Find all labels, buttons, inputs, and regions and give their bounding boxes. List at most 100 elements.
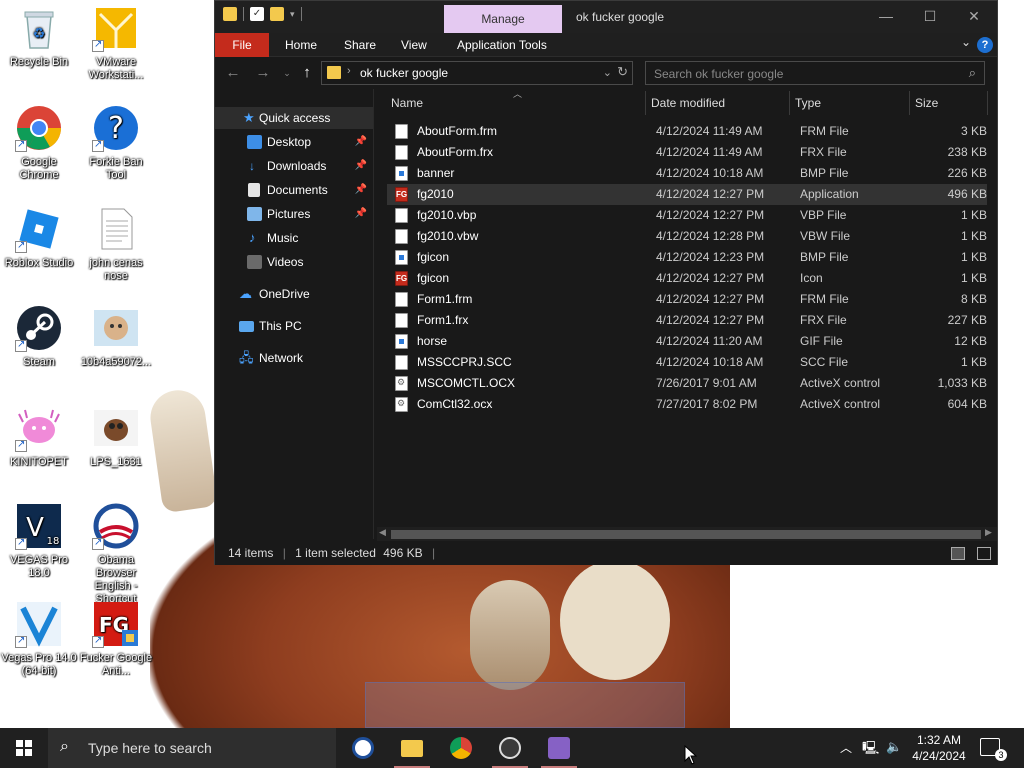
- search-placeholder[interactable]: Search ok fucker google: [654, 67, 783, 81]
- forward-arrow-icon[interactable]: →: [253, 63, 273, 83]
- status-separator: |: [431, 546, 436, 560]
- ribbon-expand-icon[interactable]: ⌄: [961, 35, 971, 49]
- column-separator[interactable]: [645, 91, 646, 115]
- desktop-icon-fucker-google-anti[interactable]: FG Fucker Google Anti...: [78, 600, 154, 678]
- chevron-down-icon[interactable]: ⌄: [603, 66, 612, 79]
- pin-icon[interactable]: 📌: [355, 203, 367, 225]
- desktop-icon-roblox-studio[interactable]: Roblox Studio: [1, 205, 77, 270]
- taskbar-app-media-player[interactable]: [486, 728, 534, 768]
- nav-item-videos[interactable]: Videos: [215, 251, 373, 273]
- volume-muted-icon[interactable]: 🔈: [886, 739, 902, 768]
- file-row[interactable]: ComCtl32.ocx 7/27/2017 8:02 PM ActiveX con…: [387, 394, 987, 415]
- file-row[interactable]: horse 4/12/2024 11:20 AM GIF File 12 KB: [387, 331, 987, 352]
- quick-access-toolbar: ✓ ▾: [223, 7, 302, 21]
- new-folder-icon[interactable]: [270, 7, 284, 21]
- nav-item-quick-access[interactable]: ★ Quick access: [215, 107, 373, 129]
- file-row[interactable]: banner 4/12/2024 10:18 AM BMP File 226 KB: [387, 163, 987, 184]
- details-view-icon[interactable]: [951, 547, 965, 560]
- nav-item-music[interactable]: ♪ Music: [215, 227, 373, 249]
- taskbar-search-placeholder[interactable]: Type here to search: [88, 740, 212, 756]
- nav-item-desktop[interactable]: Desktop 📌: [215, 131, 373, 153]
- column-separator[interactable]: [987, 91, 988, 115]
- show-hidden-icons-icon[interactable]: ︿: [840, 739, 852, 768]
- pin-icon[interactable]: 📌: [355, 155, 367, 177]
- desktop-icon-image-10b4[interactable]: 10b4a59072...: [78, 304, 154, 369]
- horizontal-scrollbar[interactable]: ◀ ▶: [377, 527, 997, 541]
- address-path[interactable]: ok fucker google: [360, 66, 448, 80]
- file-row[interactable]: AboutForm.frm 4/12/2024 11:49 AM FRM File 3…: [387, 121, 987, 142]
- manage-contextual-tab[interactable]: Manage: [444, 5, 562, 33]
- tab-application-tools[interactable]: Application Tools: [445, 33, 559, 57]
- pane-divider[interactable]: [373, 89, 374, 539]
- taskbar-app-obama-browser[interactable]: [339, 728, 387, 768]
- recent-locations-icon[interactable]: ⌄: [277, 63, 297, 83]
- scroll-right-icon[interactable]: ▶: [985, 527, 992, 538]
- network-status-icon[interactable]: 🖳: [862, 739, 879, 768]
- desktop-icon-kinitopet[interactable]: KINITOPET: [1, 404, 77, 469]
- refresh-icon[interactable]: ↻: [617, 64, 628, 80]
- nav-item-documents[interactable]: Documents 📌: [215, 179, 373, 201]
- desktop-icon-vmware[interactable]: VMware Workstati...: [78, 4, 154, 82]
- column-header-name[interactable]: Name: [391, 89, 423, 117]
- taskbar-search-box[interactable]: ⌕ Type here to search: [48, 728, 336, 768]
- file-row[interactable]: MSCOMCTL.OCX 7/26/2017 9:01 AM ActiveX con…: [387, 373, 987, 394]
- column-separator[interactable]: [789, 91, 790, 115]
- file-row[interactable]: fg2010.vbw 4/12/2024 12:28 PM VBW File 1 KB: [387, 226, 987, 247]
- tab-share[interactable]: Share: [332, 33, 388, 57]
- back-arrow-icon[interactable]: ←: [223, 63, 243, 83]
- properties-icon[interactable]: ✓: [250, 7, 264, 21]
- scroll-left-icon[interactable]: ◀: [379, 527, 386, 538]
- desktop-icon-chrome[interactable]: Google Chrome: [1, 104, 77, 182]
- pin-icon[interactable]: 📌: [355, 179, 367, 201]
- up-arrow-icon[interactable]: ↑: [297, 63, 317, 83]
- maximize-icon[interactable]: ☐: [907, 1, 953, 33]
- tab-home[interactable]: Home: [273, 33, 329, 57]
- desktop-icon-forkie-ban-tool[interactable]: ? Forkie Ban Tool: [78, 104, 154, 182]
- nav-item-pictures[interactable]: Pictures 📌: [215, 203, 373, 225]
- file-row[interactable]: Form1.frm 4/12/2024 12:27 PM FRM File 8 KB: [387, 289, 987, 310]
- file-row[interactable]: Form1.frx 4/12/2024 12:27 PM FRX File 227 K…: [387, 310, 987, 331]
- desktop-icon-steam[interactable]: Steam: [1, 304, 77, 369]
- column-header-type[interactable]: Type: [795, 89, 821, 117]
- start-button[interactable]: [0, 728, 48, 768]
- music-note-icon: ♪: [249, 230, 256, 245]
- desktop-icon-vegas-pro-18[interactable]: V18 VEGAS Pro 18.0: [1, 502, 77, 580]
- nav-item-this-pc[interactable]: This PC: [215, 315, 373, 337]
- pin-icon[interactable]: 📌: [355, 131, 367, 153]
- file-row[interactable]: AboutForm.frx 4/12/2024 11:49 AM FRX File 2…: [387, 142, 987, 163]
- title-bar[interactable]: ✓ ▾ Manage ok fucker google — ☐ ✕: [215, 1, 997, 33]
- file-row[interactable]: fg2010.vbp 4/12/2024 12:27 PM VBP File 1 KB: [387, 205, 987, 226]
- desktop-icon-vegas-pro-14[interactable]: Vegas Pro 14.0 (64-bit): [1, 600, 77, 678]
- taskbar-app-visual-studio[interactable]: [535, 728, 583, 768]
- tab-file[interactable]: File: [215, 33, 269, 57]
- desktop-icon-recycle-bin[interactable]: ♻ Recycle Bin: [1, 4, 77, 69]
- desktop-icon-john-cenas-nose[interactable]: john cenas nose: [78, 205, 154, 283]
- close-icon[interactable]: ✕: [951, 1, 997, 33]
- taskbar-app-chrome[interactable]: [437, 728, 485, 768]
- column-header-size[interactable]: Size: [915, 89, 938, 117]
- scrollbar-thumb[interactable]: [391, 530, 981, 539]
- tab-view[interactable]: View: [389, 33, 439, 57]
- desktop-icon-obama-browser[interactable]: Obama Browser English - Shortcut: [78, 502, 154, 606]
- system-clock[interactable]: 1:32 AM 4/24/2024: [908, 732, 970, 764]
- file-row[interactable]: fgicon 4/12/2024 12:23 PM BMP File 1 KB: [387, 247, 987, 268]
- help-icon[interactable]: ?: [977, 37, 993, 53]
- file-row[interactable]: MSSCCPRJ.SCC 4/12/2024 10:18 AM SCC File 1 …: [387, 352, 987, 373]
- search-box[interactable]: Search ok fucker google ⌕: [645, 61, 985, 85]
- nav-item-downloads[interactable]: ↓ Downloads 📌: [215, 155, 373, 177]
- minimize-icon[interactable]: —: [863, 1, 909, 33]
- large-icons-view-icon[interactable]: [977, 547, 991, 560]
- address-bar[interactable]: › ok fucker google ⌄ ↻: [321, 61, 633, 85]
- nav-item-network[interactable]: 🖧 Network: [215, 347, 373, 369]
- column-separator[interactable]: [909, 91, 910, 115]
- breadcrumb-chevron-icon[interactable]: ›: [347, 65, 351, 77]
- file-row[interactable]: FG fgicon 4/12/2024 12:27 PM Icon 1 KB: [387, 268, 987, 289]
- column-header-date[interactable]: Date modified: [651, 89, 725, 117]
- desktop-icon-lps-1631[interactable]: LPS_1631: [78, 404, 154, 469]
- nav-item-onedrive[interactable]: ☁ OneDrive: [215, 283, 373, 305]
- action-center-icon[interactable]: 3: [980, 738, 1007, 761]
- file-row[interactable]: FG fg2010 4/12/2024 12:27 PM Application 496…: [387, 184, 987, 205]
- search-icon[interactable]: ⌕: [969, 65, 976, 81]
- taskbar-app-file-explorer[interactable]: [388, 728, 436, 768]
- qat-dropdown-icon[interactable]: ▾: [290, 9, 295, 20]
